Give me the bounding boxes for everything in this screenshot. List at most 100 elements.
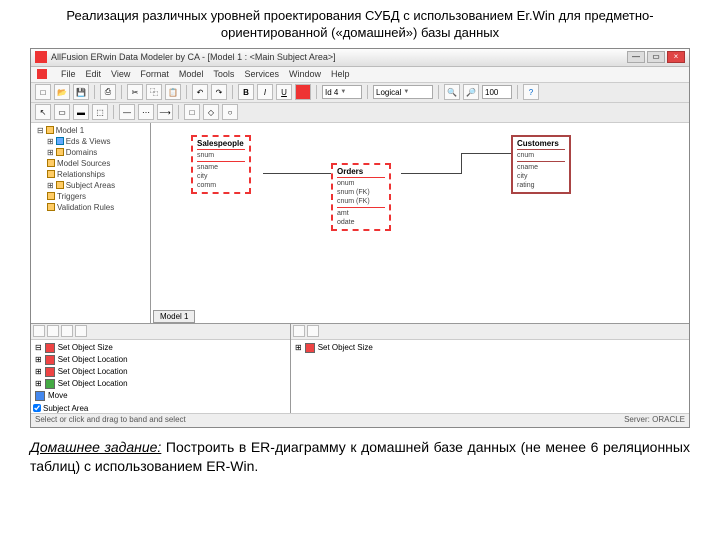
action-tool[interactable] bbox=[75, 325, 87, 337]
rel-id-tool[interactable]: — bbox=[119, 104, 135, 120]
underline-button[interactable]: U bbox=[276, 84, 292, 100]
window-title: AllFusion ERwin Data Modeler by CA - [Mo… bbox=[51, 52, 627, 62]
bottom-panels: ⊟Set Object Size ⊞Set Object Location ⊞S… bbox=[31, 323, 689, 413]
italic-button[interactable]: I bbox=[257, 84, 273, 100]
entity-title: Customers bbox=[517, 139, 565, 150]
action-item[interactable]: ⊞Set Object Location bbox=[33, 378, 288, 390]
toolbar-main: □ 📂 💾 ⎙ ✂ ⿻ 📋 ↶ ↷ B I U Id 4▼ Logical▼ 🔍… bbox=[31, 83, 689, 103]
entity-orders[interactable]: Orders onum snum (FK) cnum (FK) amt odat… bbox=[331, 163, 391, 231]
entity-tool[interactable]: ▭ bbox=[54, 104, 70, 120]
tree-item[interactable]: Relationships bbox=[33, 169, 148, 180]
entity-attr: cnum (FK) bbox=[337, 197, 385, 206]
entity-tool2[interactable]: ▬ bbox=[73, 104, 89, 120]
menu-model[interactable]: Model bbox=[179, 69, 204, 79]
pointer-tool[interactable]: ↖ bbox=[35, 104, 51, 120]
color-button[interactable] bbox=[295, 84, 311, 100]
menu-edit[interactable]: Edit bbox=[86, 69, 102, 79]
tree-item[interactable]: Validation Rules bbox=[33, 202, 148, 213]
maximize-button[interactable]: ▭ bbox=[647, 51, 665, 63]
view-tool[interactable]: ⬚ bbox=[92, 104, 108, 120]
print-button[interactable]: ⎙ bbox=[100, 84, 116, 100]
app-icon bbox=[35, 51, 47, 63]
bold-button[interactable]: B bbox=[238, 84, 254, 100]
zoom-combo[interactable]: 100 bbox=[482, 85, 512, 99]
minimize-button[interactable]: — bbox=[627, 51, 645, 63]
entity-attr: comm bbox=[197, 181, 245, 190]
entity-salespeople[interactable]: Salespeople snum sname city comm bbox=[191, 135, 251, 194]
id-combo[interactable]: Id 4▼ bbox=[322, 85, 362, 99]
tree-item[interactable]: ⊞Subject Areas bbox=[33, 180, 148, 191]
entity-attr: snum bbox=[197, 151, 245, 160]
titlebar: AllFusion ERwin Data Modeler by CA - [Mo… bbox=[31, 49, 689, 67]
entity-attr: sname bbox=[197, 163, 245, 172]
relationship-line bbox=[461, 153, 462, 174]
relationship-line bbox=[263, 173, 331, 174]
zoom-in-button[interactable]: 🔍 bbox=[444, 84, 460, 100]
entity-attr: amt bbox=[337, 209, 385, 218]
tree-root[interactable]: ⊟Model 1 bbox=[33, 125, 148, 136]
doc-icon bbox=[37, 69, 47, 79]
level-combo[interactable]: Logical▼ bbox=[373, 85, 433, 99]
slide-title: Реализация различных уровней проектирова… bbox=[30, 8, 690, 42]
action-tool[interactable] bbox=[33, 325, 45, 337]
menubar: File Edit View Format Model Tools Servic… bbox=[31, 67, 689, 83]
paste-button[interactable]: 📋 bbox=[165, 84, 181, 100]
advisor-tool[interactable] bbox=[293, 325, 305, 337]
zoom-out-button[interactable]: 🔎 bbox=[463, 84, 479, 100]
menu-file[interactable]: File bbox=[61, 69, 76, 79]
tree-item[interactable]: ⊞Eds & Views bbox=[33, 136, 148, 147]
tool-a[interactable]: □ bbox=[184, 104, 200, 120]
action-item[interactable]: Move bbox=[33, 390, 288, 402]
status-server: Server: ORACLE bbox=[624, 415, 685, 426]
status-text: Select or click and drag to band and sel… bbox=[35, 415, 186, 426]
action-log-panel: ⊟Set Object Size ⊞Set Object Location ⊞S… bbox=[31, 324, 291, 413]
diagram-canvas[interactable]: Salespeople snum sname city comm Orders … bbox=[151, 123, 689, 323]
entity-attr: cnum bbox=[517, 151, 565, 160]
menu-view[interactable]: View bbox=[111, 69, 130, 79]
menu-format[interactable]: Format bbox=[140, 69, 169, 79]
advisor-toolbar bbox=[291, 324, 689, 340]
action-tool[interactable] bbox=[61, 325, 73, 337]
entity-attr: city bbox=[197, 172, 245, 181]
tool-b[interactable]: ◇ bbox=[203, 104, 219, 120]
menu-services[interactable]: Services bbox=[244, 69, 279, 79]
save-button[interactable]: 💾 bbox=[73, 84, 89, 100]
entity-attr: onum bbox=[337, 179, 385, 188]
open-button[interactable]: 📂 bbox=[54, 84, 70, 100]
rel-many-tool[interactable]: ⟶ bbox=[157, 104, 173, 120]
action-item[interactable]: ⊞Set Object Location bbox=[33, 354, 288, 366]
menu-tools[interactable]: Tools bbox=[213, 69, 234, 79]
tool-c[interactable]: ○ bbox=[222, 104, 238, 120]
redo-button[interactable]: ↷ bbox=[211, 84, 227, 100]
close-button[interactable]: × bbox=[667, 51, 685, 63]
tree-item[interactable]: Model Sources bbox=[33, 158, 148, 169]
entity-attr: cname bbox=[517, 163, 565, 172]
help-button[interactable]: ? bbox=[523, 84, 539, 100]
cut-button[interactable]: ✂ bbox=[127, 84, 143, 100]
action-tool[interactable] bbox=[47, 325, 59, 337]
entity-customers[interactable]: Customers cnum cname city rating bbox=[511, 135, 571, 194]
menu-help[interactable]: Help bbox=[331, 69, 350, 79]
tree-item[interactable]: Triggers bbox=[33, 191, 148, 202]
relationship-line bbox=[401, 173, 461, 174]
diagram-tab[interactable]: Model 1 bbox=[153, 310, 195, 323]
action-item[interactable]: ⊟Set Object Size bbox=[33, 342, 288, 354]
action-item[interactable]: ⊞Set Object Size bbox=[293, 342, 687, 354]
menu-window[interactable]: Window bbox=[289, 69, 321, 79]
tree-item[interactable]: ⊞Domains bbox=[33, 147, 148, 158]
homework-text: Домашнее задание: Построить в ER-диаграм… bbox=[30, 438, 690, 477]
undo-button[interactable]: ↶ bbox=[192, 84, 208, 100]
new-button[interactable]: □ bbox=[35, 84, 51, 100]
copy-button[interactable]: ⿻ bbox=[146, 84, 162, 100]
action-toolbar bbox=[31, 324, 290, 340]
action-item[interactable]: ⊞Set Object Location bbox=[33, 366, 288, 378]
toolbar-entity: ↖ ▭ ▬ ⬚ — ⋯ ⟶ □ ◇ ○ bbox=[31, 103, 689, 123]
advisor-tool[interactable] bbox=[307, 325, 319, 337]
rel-nonid-tool[interactable]: ⋯ bbox=[138, 104, 154, 120]
entity-attr: odate bbox=[337, 218, 385, 227]
main-area: ⊟Model 1 ⊞Eds & Views ⊞Domains Model Sou… bbox=[31, 123, 689, 323]
app-window: AllFusion ERwin Data Modeler by CA - [Mo… bbox=[30, 48, 690, 428]
entity-attr: rating bbox=[517, 181, 565, 190]
entity-attr: city bbox=[517, 172, 565, 181]
model-tree[interactable]: ⊟Model 1 ⊞Eds & Views ⊞Domains Model Sou… bbox=[31, 123, 151, 323]
